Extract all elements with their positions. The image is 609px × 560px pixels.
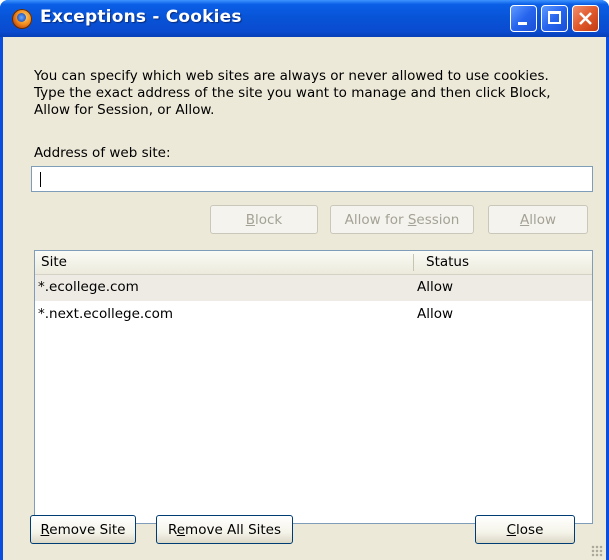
exceptions-list[interactable]: Site Status *.ecollege.com Allow *.next.… bbox=[34, 250, 593, 524]
column-divider[interactable] bbox=[413, 254, 414, 271]
text-caret bbox=[40, 172, 41, 187]
close-button[interactable]: Close bbox=[475, 515, 575, 544]
address-label: Address of web site: bbox=[34, 145, 171, 161]
description-line: Type the exact address of the site you w… bbox=[34, 85, 551, 101]
dialog-window: Exceptions - Cookies You can specify whi… bbox=[0, 0, 609, 560]
column-header-site[interactable]: Site bbox=[41, 254, 67, 270]
title-bar[interactable]: Exceptions - Cookies bbox=[0, 0, 609, 37]
window-title: Exceptions - Cookies bbox=[40, 7, 242, 27]
allow-button[interactable]: Allow bbox=[488, 205, 588, 234]
block-button[interactable]: Block bbox=[210, 205, 318, 234]
close-window-button[interactable] bbox=[572, 5, 599, 32]
description-line: Allow for Session, or Allow. bbox=[34, 102, 215, 118]
status-cell: Allow bbox=[417, 306, 454, 322]
allow-for-session-button[interactable]: Allow for Session bbox=[330, 205, 474, 234]
site-cell: *.next.ecollege.com bbox=[38, 306, 174, 322]
firefox-icon bbox=[12, 9, 32, 29]
address-input[interactable] bbox=[31, 166, 593, 192]
list-item[interactable]: *.ecollege.com Allow bbox=[35, 275, 592, 301]
maximize-button[interactable] bbox=[541, 5, 568, 32]
description-text: You can specify which web sites are alwa… bbox=[34, 68, 594, 119]
close-icon bbox=[579, 12, 592, 25]
minimize-button[interactable] bbox=[510, 5, 537, 32]
dialog-body: You can specify which web sites are alwa… bbox=[3, 37, 606, 560]
list-item[interactable]: *.next.ecollege.com Allow bbox=[35, 302, 592, 328]
description-line: You can specify which web sites are alwa… bbox=[34, 68, 549, 84]
resize-grip[interactable] bbox=[591, 545, 603, 557]
remove-site-button[interactable]: Remove Site bbox=[30, 515, 136, 544]
site-cell: *.ecollege.com bbox=[38, 279, 139, 295]
list-header: Site Status bbox=[35, 251, 592, 275]
status-cell: Allow bbox=[417, 279, 454, 295]
minimize-icon bbox=[511, 6, 536, 31]
column-header-status[interactable]: Status bbox=[426, 254, 469, 270]
maximize-icon bbox=[542, 6, 567, 31]
remove-all-sites-button[interactable]: Remove All Sites bbox=[156, 515, 293, 544]
